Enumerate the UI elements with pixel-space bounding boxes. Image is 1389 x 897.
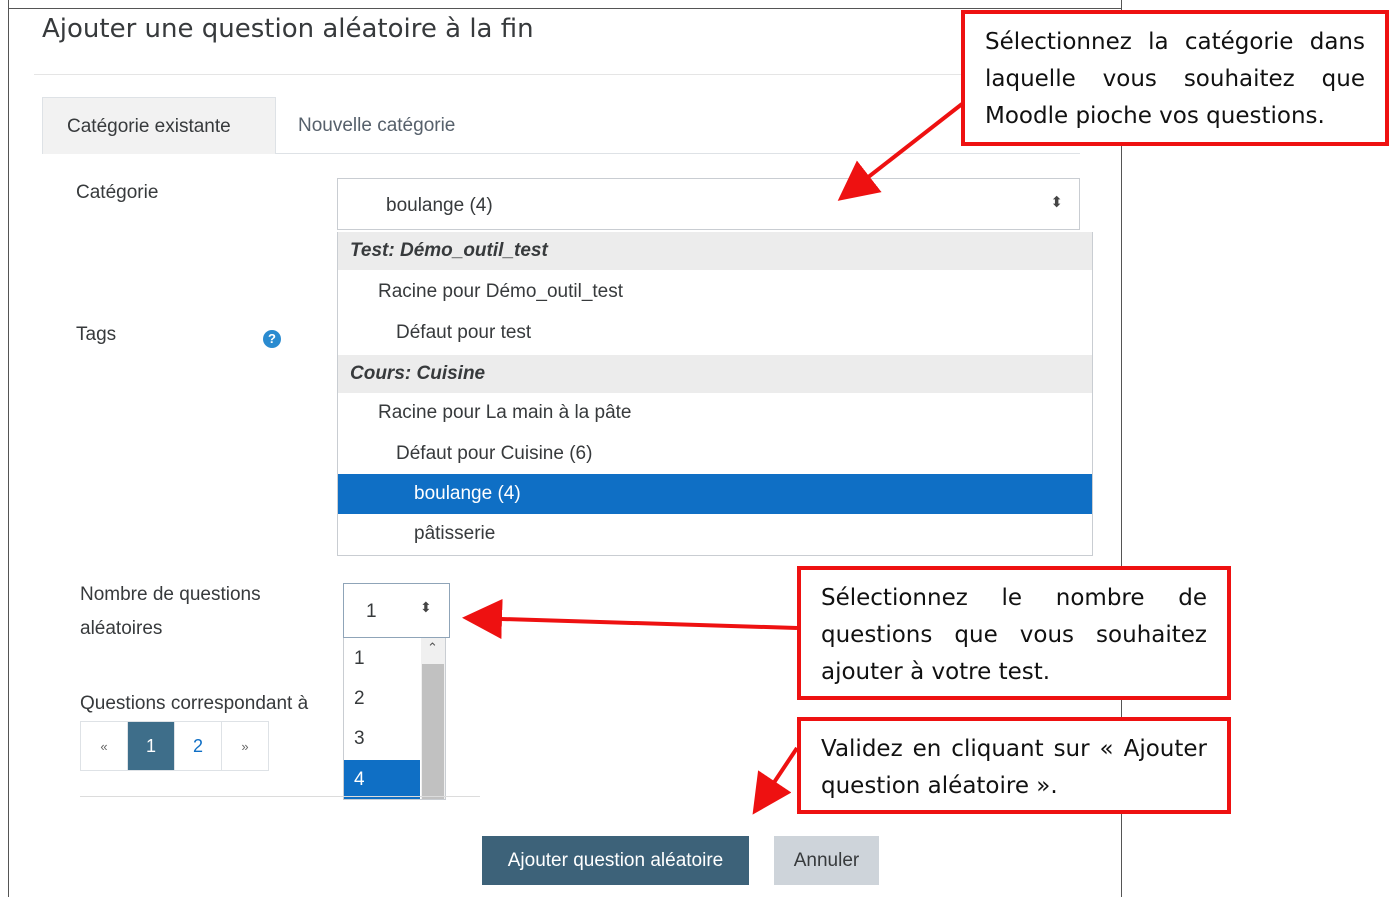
tab-new-category[interactable]: Nouvelle catégorie [298,97,455,154]
scrollbar-thumb[interactable] [422,664,444,799]
category-label: Catégorie [76,182,159,203]
callout-count: Sélectionnez le nombre de questions que … [797,566,1231,700]
category-dropdown-list[interactable]: Test: Démo_outil_test Racine pour Démo_o… [337,232,1093,556]
category-group-test: Test: Démo_outil_test [338,232,1092,270]
modal-title: Ajouter une question aléatoire à la fin [42,14,534,44]
category-option[interactable]: pâtisserie [338,514,1092,554]
question-count-select[interactable]: 1 ⬍ [343,583,450,638]
select-arrows-icon: ⬍ [1050,194,1063,211]
category-select[interactable]: boulange (4) ⬍ [337,178,1080,230]
matching-questions-label: Questions correspondant à [80,693,309,714]
category-option[interactable]: Racine pour Démo_outil_test [338,272,1092,312]
count-option[interactable]: 2 [344,679,420,719]
add-random-question-button[interactable]: Ajouter question aléatoire [482,836,749,885]
pagination: « 1 2 » [80,721,269,771]
tags-label: Tags [76,324,117,345]
table-top-line [80,796,480,797]
scroll-up-icon[interactable]: ⌃ [427,640,438,656]
title-divider [34,74,1080,75]
question-count-dropdown[interactable]: 1 2 3 4 ⌃ [343,638,446,800]
category-option[interactable]: Défaut pour Cuisine (6) [338,434,1092,474]
frame-top-border [8,8,1122,9]
category-option-selected[interactable]: boulange (4) [338,474,1092,514]
count-option[interactable]: 1 [344,639,420,679]
category-select-value: boulange (4) [386,195,493,216]
arrow-to-submit-button [752,746,799,815]
tab-existing-category[interactable]: Catégorie existante [42,97,276,154]
count-option-highlighted[interactable]: 4 [344,760,420,799]
callout-category: Sélectionnez la catégorie dans laquelle … [961,10,1389,146]
help-icon[interactable]: ? [263,330,281,348]
pagination-next[interactable]: » [222,722,268,770]
question-count-label-line2: aléatoires [80,618,163,639]
count-option[interactable]: 3 [344,719,420,759]
select-arrows-icon: ⬍ [420,599,432,615]
pagination-page-1[interactable]: 1 [128,722,175,770]
pagination-prev[interactable]: « [81,722,128,770]
category-group-course: Cours: Cuisine [338,355,1092,393]
pagination-page-2[interactable]: 2 [175,722,222,770]
dropdown-scrollbar[interactable]: ⌃ [421,638,445,799]
category-option[interactable]: Défaut pour test [338,313,1092,353]
arrow-to-count-select [462,598,798,639]
frame-left-border [8,0,9,897]
question-count-value: 1 [366,601,377,622]
question-count-label-line1: Nombre de questions [80,584,261,605]
category-option[interactable]: Racine pour La main à la pâte [338,393,1092,433]
callout-submit: Validez en cliquant sur « Ajouter questi… [797,717,1231,814]
cancel-button[interactable]: Annuler [774,836,879,885]
